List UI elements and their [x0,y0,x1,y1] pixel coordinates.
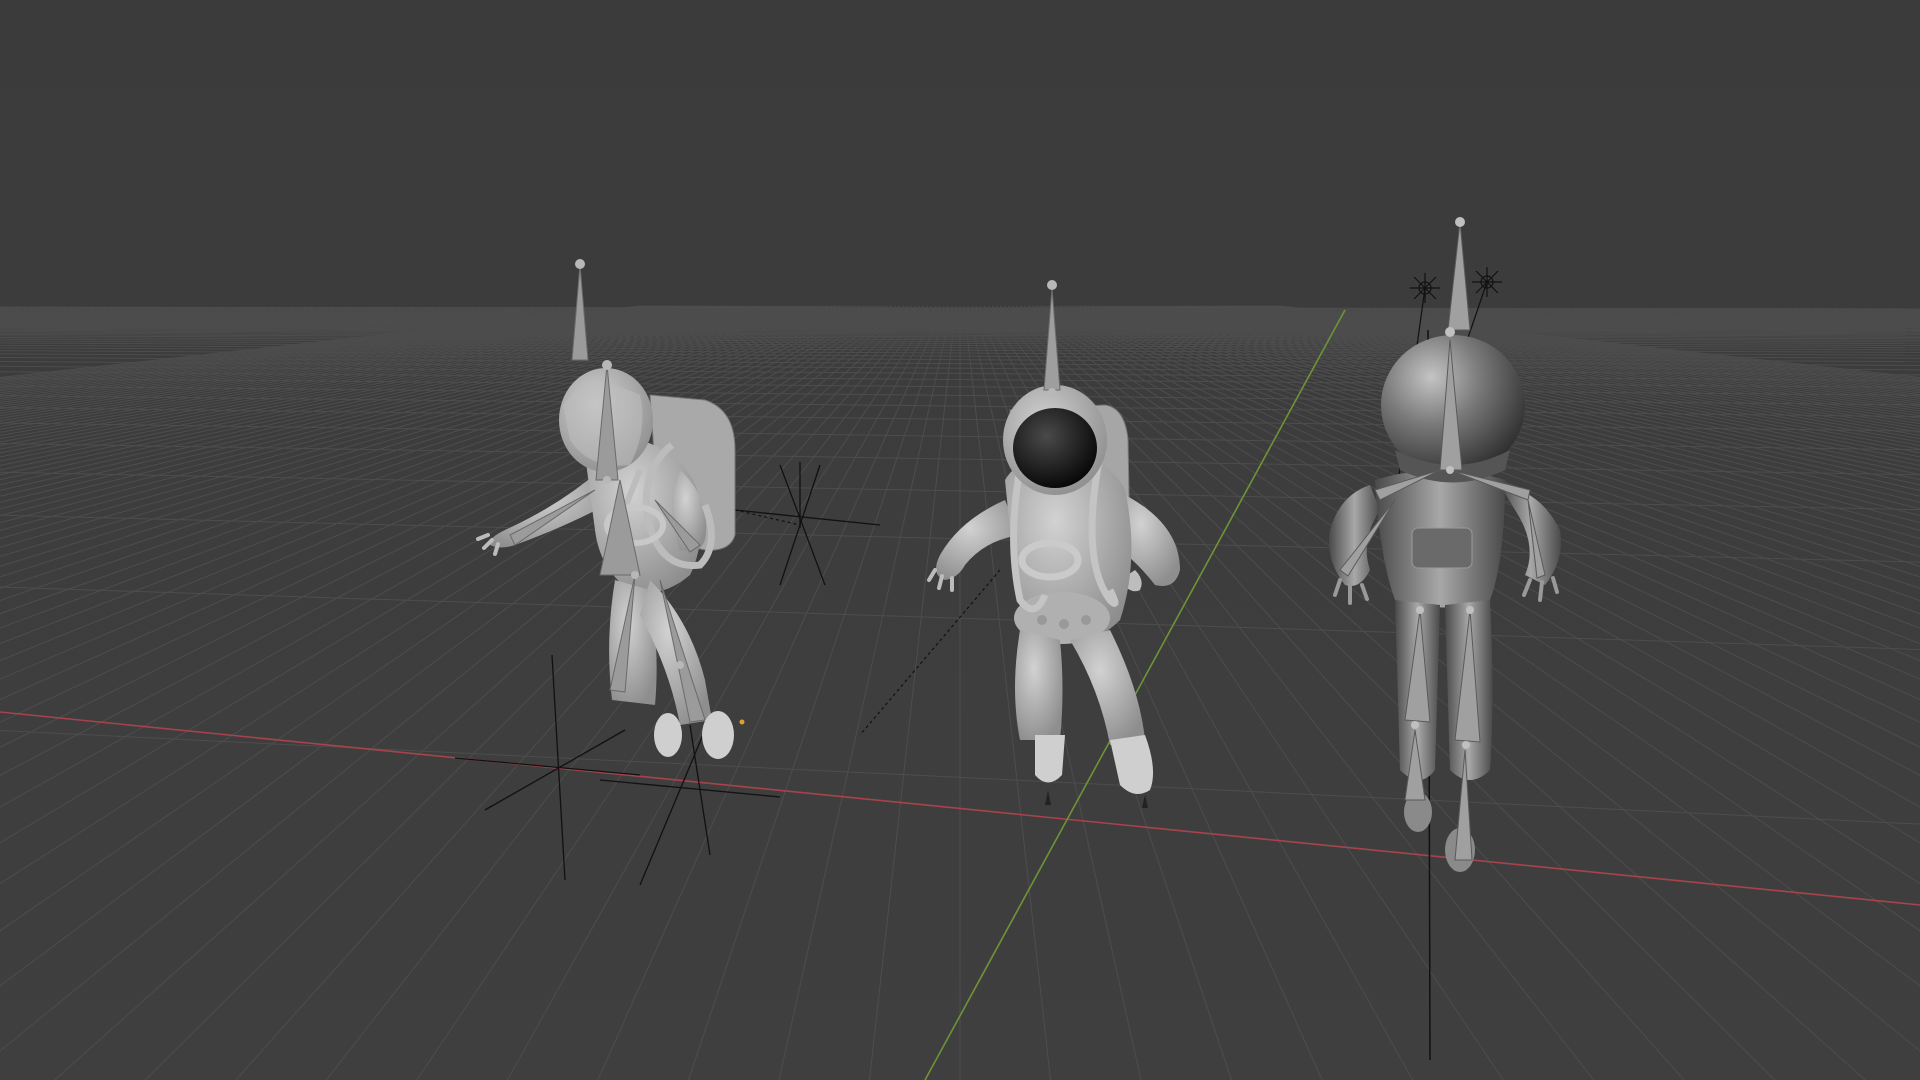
relationship-line [734,509,801,526]
relationship-line [859,569,1001,736]
3d-viewport[interactable] [0,0,1920,1080]
viewport-canvas[interactable] [0,0,1920,1080]
astronaut-mesh-center[interactable] [927,280,1180,808]
plain-axes-icon[interactable] [599,724,781,886]
plain-axes-icon[interactable] [734,462,881,586]
floor-grid [0,305,1920,1080]
